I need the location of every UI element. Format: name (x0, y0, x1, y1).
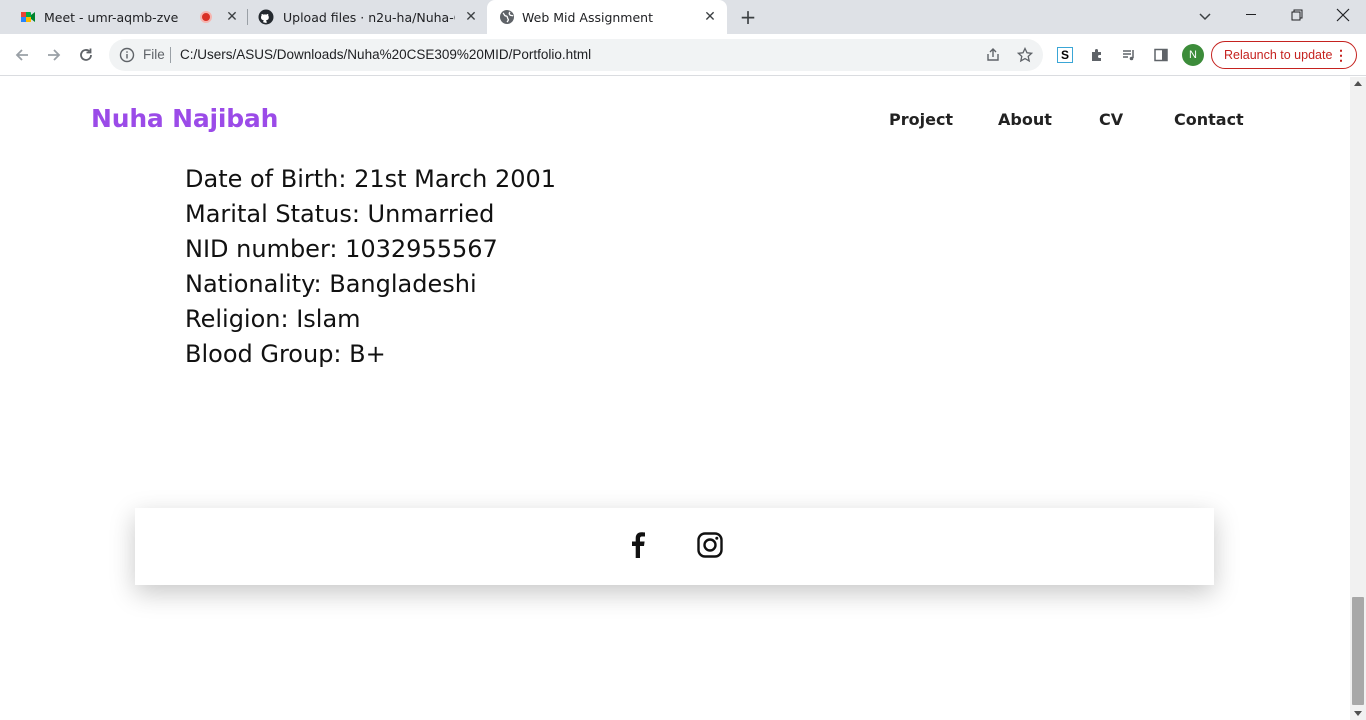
tab-meet[interactable]: Meet - umr-aqmb-zve ✕ (8, 0, 246, 34)
nav-link-cv[interactable]: CV (1099, 110, 1123, 129)
facebook-icon[interactable] (623, 530, 653, 560)
more-menu-icon[interactable]: ⋮ (1334, 47, 1348, 63)
share-icon[interactable] (981, 43, 1005, 67)
tab-search-icon[interactable] (1182, 2, 1228, 32)
info-nid-number: NID number: 1032955567 (185, 235, 498, 263)
extensions-puzzle-icon[interactable] (1085, 43, 1109, 67)
instagram-icon[interactable] (695, 530, 725, 560)
nav-link-contact[interactable]: Contact (1174, 110, 1244, 129)
browser-toolbar: File C:/Users/ASUS/Downloads/Nuha%20CSE3… (0, 34, 1366, 76)
page-viewport: Nuha Najibah Project About CV Contact Da… (0, 77, 1350, 720)
restore-icon[interactable] (1274, 0, 1320, 30)
info-marital-status: Marital Status: Unmarried (185, 200, 495, 228)
extension-s-icon[interactable]: S (1053, 43, 1077, 67)
github-icon (258, 9, 274, 25)
close-window-icon[interactable] (1320, 0, 1366, 30)
minimize-icon[interactable] (1228, 0, 1274, 30)
back-icon[interactable] (10, 43, 34, 67)
profile-avatar[interactable]: N (1182, 44, 1204, 66)
tab-strip: Meet - umr-aqmb-zve ✕ Upload files · n2u… (0, 0, 1366, 34)
close-tab-icon[interactable]: ✕ (464, 10, 478, 24)
tab-title: Web Mid Assignment (522, 10, 653, 25)
info-nationality: Nationality: Bangladeshi (185, 270, 477, 298)
info-religion: Religion: Islam (185, 305, 361, 333)
new-tab-button[interactable]: + (737, 5, 759, 29)
recording-indicator-icon (200, 11, 212, 23)
info-blood-group: Blood Group: B+ (185, 340, 386, 368)
google-meet-icon (21, 12, 35, 22)
address-divider (170, 47, 171, 63)
forward-icon[interactable] (42, 43, 66, 67)
globe-icon (500, 10, 514, 24)
reload-icon[interactable] (74, 43, 98, 67)
tab-title: Meet - umr-aqmb-zve (44, 10, 179, 25)
site-info-icon[interactable] (119, 47, 135, 63)
relaunch-label: Relaunch to update (1224, 48, 1333, 62)
tab-web-mid-assignment[interactable]: Web Mid Assignment ✕ (487, 0, 727, 34)
nav-link-about[interactable]: About (998, 110, 1052, 129)
media-controls-icon[interactable] (1117, 43, 1141, 67)
site-brand[interactable]: Nuha Najibah (91, 104, 278, 133)
url-text[interactable]: C:/Users/ASUS/Downloads/Nuha%20CSE309%20… (180, 47, 591, 62)
address-bar[interactable]: File C:/Users/ASUS/Downloads/Nuha%20CSE3… (109, 39, 1043, 71)
side-panel-icon[interactable] (1149, 43, 1173, 67)
footer (135, 508, 1214, 585)
nav-link-project[interactable]: Project (889, 110, 953, 129)
scroll-down-icon[interactable] (1354, 711, 1362, 716)
tab-title: Upload files · n2u-ha/Nuha-CSE (283, 10, 455, 25)
info-date-of-birth: Date of Birth: 21st March 2001 (185, 165, 557, 193)
scheme-label: File (143, 47, 165, 62)
close-tab-icon[interactable]: ✕ (703, 10, 717, 24)
tab-github[interactable]: Upload files · n2u-ha/Nuha-CSE ✕ (248, 0, 486, 34)
page-scrollbar[interactable] (1350, 77, 1366, 720)
scroll-up-icon[interactable] (1354, 81, 1362, 86)
bookmark-star-icon[interactable] (1013, 43, 1037, 67)
close-tab-icon[interactable]: ✕ (225, 10, 239, 24)
relaunch-button[interactable]: Relaunch to update ⋮ (1211, 41, 1357, 69)
scrollbar-thumb[interactable] (1352, 597, 1364, 705)
